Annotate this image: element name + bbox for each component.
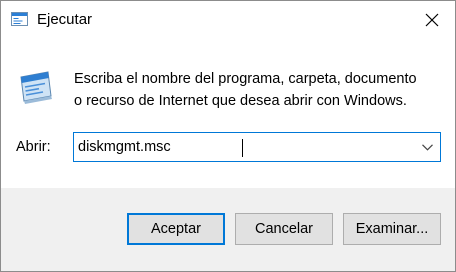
title-bar[interactable]: Ejecutar: [1, 1, 455, 39]
description-line-2: o recurso de Internet que desea abrir co…: [74, 93, 407, 109]
description-line-1: Escriba el nombre del programa, carpeta,…: [74, 71, 417, 87]
run-dialog: Ejecutar Escriba el nombre del programa,…: [0, 0, 456, 272]
run-program-icon: [20, 71, 52, 104]
text-caret: [242, 139, 243, 157]
cancel-button[interactable]: Cancelar: [235, 213, 333, 245]
close-button[interactable]: [409, 1, 455, 39]
dialog-description: Escriba el nombre del programa, carpeta,…: [74, 68, 444, 112]
window-title: Ejecutar: [37, 11, 93, 28]
run-dialog-icon: [11, 12, 28, 26]
open-label: Abrir:: [16, 139, 51, 155]
dropdown-button[interactable]: [414, 133, 440, 161]
chevron-down-icon: [421, 143, 433, 151]
ok-button[interactable]: Aceptar: [127, 213, 225, 245]
open-combobox[interactable]: [73, 132, 441, 162]
open-input[interactable]: [74, 133, 414, 161]
browse-button[interactable]: Examinar...: [343, 213, 441, 245]
close-icon: [425, 13, 439, 27]
